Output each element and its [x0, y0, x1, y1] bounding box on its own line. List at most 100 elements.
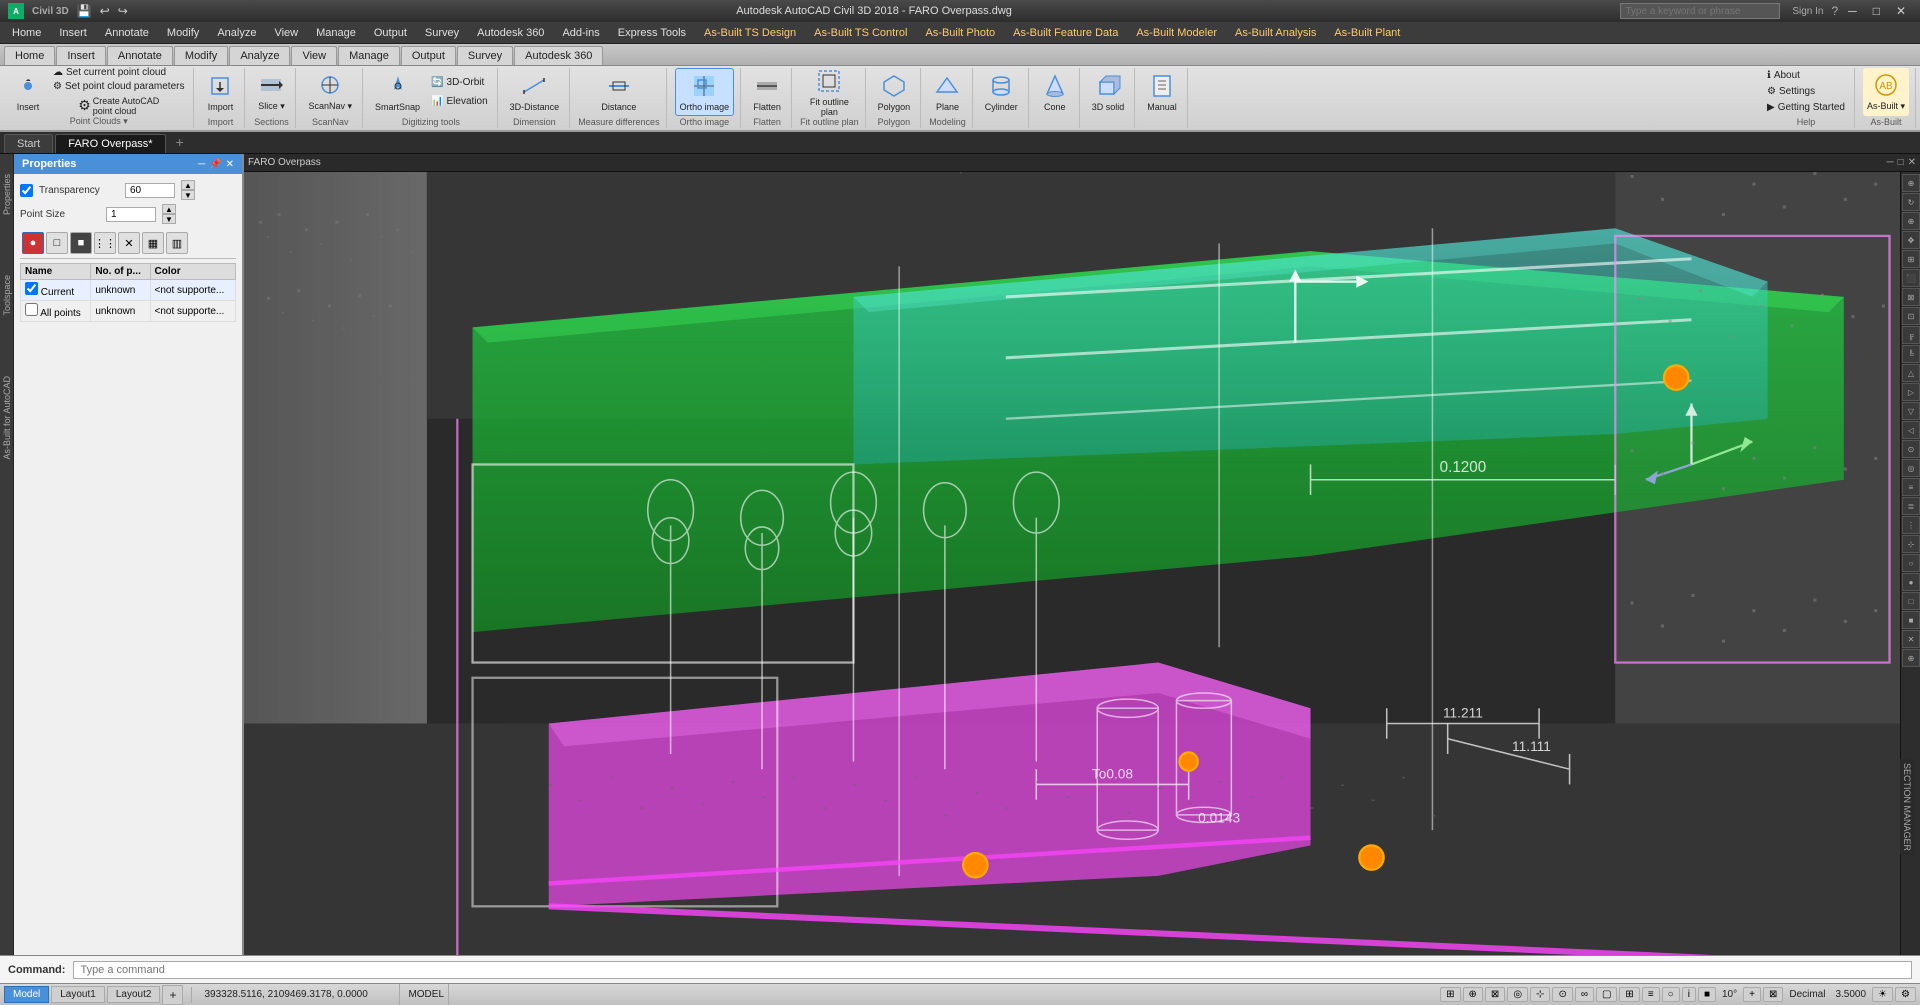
ribbon-btn-setcurrent[interactable]: ☁ Set current point cloud — [50, 66, 187, 79]
ribbon-btn-cylinder[interactable]: Cylinder — [981, 68, 1022, 116]
status-btn-isolate[interactable]: ☀ — [1872, 987, 1893, 1002]
ribbon-tab-manage[interactable]: Manage — [338, 46, 400, 65]
ribbon-btn-cone[interactable]: Cone — [1037, 68, 1073, 116]
allpoints-checkbox[interactable] — [25, 303, 38, 316]
status-coordinates[interactable]: 393328.5116, 2109469.3178, 0.0000 — [200, 984, 400, 1005]
ribbon-tab-analyze[interactable]: Analyze — [229, 46, 290, 65]
transparency-down[interactable]: ▼ — [181, 190, 195, 200]
viewport[interactable]: FARO Overpass ─ □ ✕ — [244, 154, 1920, 955]
menu-insert[interactable]: Insert — [51, 23, 95, 43]
status-model[interactable]: MODEL — [404, 984, 449, 1005]
ribbon-btn-elevation[interactable]: 📊 Elevation — [428, 92, 491, 110]
properties-pin[interactable]: 📌 — [209, 159, 221, 170]
right-icon-a1[interactable]: △ — [1902, 364, 1920, 382]
properties-collapse[interactable]: ─ — [198, 159, 205, 170]
transparency-input[interactable] — [125, 183, 175, 198]
right-icon-x2[interactable]: ⊕ — [1902, 649, 1920, 667]
right-icon-s1[interactable]: ≡ — [1902, 478, 1920, 496]
icon-btn-x[interactable]: ✕ — [118, 232, 140, 254]
ribbon-btn-3dorbit[interactable]: 🔄 3D-Orbit — [428, 73, 491, 91]
icon-btn-grid1[interactable]: ▦ — [142, 232, 164, 254]
ribbon-btn-asbuilt[interactable]: AB As-Built ▾ — [1863, 68, 1909, 116]
menu-addins[interactable]: Add-ins — [554, 23, 607, 43]
right-icon-l2[interactable]: ╚ — [1902, 345, 1920, 363]
menu-home[interactable]: Home — [4, 23, 49, 43]
quick-access-save[interactable]: 💾 — [77, 4, 92, 18]
section-manager-label[interactable]: SECTION MANAGER — [1900, 759, 1914, 855]
right-icon-l1[interactable]: ╔ — [1902, 326, 1920, 344]
right-icon-p2[interactable]: ● — [1902, 573, 1920, 591]
table-row[interactable]: Current unknown <not supporte... — [21, 280, 236, 301]
ribbon-btn-import[interactable]: Import — [202, 68, 238, 116]
tab-add[interactable]: + — [162, 985, 183, 1005]
menu-asbuilt-tsdesign[interactable]: As-Built TS Design — [696, 23, 804, 43]
tab-layout2[interactable]: Layout2 — [107, 986, 161, 1003]
ribbon-btn-scannav[interactable]: ScanNav ▾ — [304, 68, 356, 116]
ribbon-btn-gettingstarted[interactable]: ▶ Getting Started — [1764, 100, 1848, 115]
menu-asbuilt-plant[interactable]: As-Built Plant — [1326, 23, 1408, 43]
status-btn-ortho[interactable]: ⊠ — [1485, 987, 1505, 1002]
right-icon-x1[interactable]: ✕ — [1902, 630, 1920, 648]
status-btn-tscale[interactable]: ○ — [1662, 987, 1680, 1002]
menu-annotate[interactable]: Annotate — [97, 23, 157, 43]
table-row[interactable]: All points unknown <not supporte... — [21, 301, 236, 322]
menu-asbuilt-photo[interactable]: As-Built Photo — [917, 23, 1003, 43]
status-btn-osnap[interactable]: ⊹ — [1530, 987, 1550, 1002]
properties-close[interactable]: ✕ — [226, 159, 234, 170]
ribbon-btn-insert[interactable]: ☁ Insert — [10, 68, 46, 116]
ribbon-tab-modify[interactable]: Modify — [174, 46, 228, 65]
ribbon-btn-polygon[interactable]: Polygon — [874, 68, 915, 116]
ribbon-btn-manual[interactable]: Manual — [1143, 68, 1181, 116]
side-label-toolspace[interactable]: Toolspace — [2, 275, 12, 316]
right-icon-c1[interactable]: □ — [1902, 592, 1920, 610]
transparency-up[interactable]: ▲ — [181, 180, 195, 190]
ribbon-btn-3ddistance[interactable]: 3D-Distance — [506, 68, 564, 116]
menu-asbuilt-tscontrol[interactable]: As-Built TS Control — [806, 23, 915, 43]
help-icon[interactable]: ? — [1831, 4, 1838, 18]
status-btn-ws[interactable]: ⊠ — [1763, 987, 1783, 1002]
status-btn-snap[interactable]: ⊕ — [1463, 987, 1483, 1002]
right-icon-c2[interactable]: ■ — [1902, 611, 1920, 629]
status-btn-sel[interactable]: ■ — [1698, 987, 1716, 1002]
right-icon-p1[interactable]: ○ — [1902, 554, 1920, 572]
ribbon-tab-survey[interactable]: Survey — [457, 46, 513, 65]
status-btn-grid[interactable]: ⊞ — [1440, 987, 1460, 1002]
status-btn-dyn[interactable]: ⊞ — [1619, 987, 1639, 1002]
ribbon-btn-3dsolid[interactable]: 3D solid — [1088, 68, 1129, 116]
ribbon-btn-distance[interactable]: Distance — [597, 68, 640, 116]
quick-access-undo[interactable]: ↩ — [100, 4, 110, 18]
menu-manage[interactable]: Manage — [308, 23, 364, 43]
tab-model[interactable]: Model — [4, 986, 49, 1003]
menu-autodesk360[interactable]: Autodesk 360 — [469, 23, 552, 43]
ribbon-btn-plane[interactable]: Plane — [929, 68, 965, 116]
ribbon-btn-flatten[interactable]: Flatten — [749, 68, 785, 116]
icon-btn-white[interactable]: □ — [46, 232, 68, 254]
right-icon-a3[interactable]: ▽ — [1902, 402, 1920, 420]
icon-btn-dots[interactable]: ⋮⋮ — [94, 232, 116, 254]
current-checkbox[interactable] — [25, 282, 38, 295]
ribbon-btn-fitoutline[interactable]: Fit outlineplan — [806, 68, 853, 116]
status-btn-lweight[interactable]: ≡ — [1642, 987, 1660, 1002]
ribbon-tab-insert[interactable]: Insert — [56, 46, 106, 65]
doc-tab-add[interactable]: + — [168, 131, 192, 153]
menu-modify[interactable]: Modify — [159, 23, 207, 43]
status-btn-qp[interactable]: i — [1682, 987, 1696, 1002]
quick-access-redo[interactable]: ↪ — [118, 4, 128, 18]
pointsize-up[interactable]: ▲ — [162, 204, 176, 214]
menu-analyze[interactable]: Analyze — [209, 23, 264, 43]
tab-layout1[interactable]: Layout1 — [51, 986, 105, 1003]
right-icon-extent[interactable]: ⬛ — [1902, 269, 1920, 287]
doc-tab-start[interactable]: Start — [4, 134, 53, 153]
menu-output[interactable]: Output — [366, 23, 415, 43]
ribbon-btn-slice[interactable]: Slice ▾ — [253, 68, 289, 116]
ribbon-tab-view[interactable]: View — [291, 46, 337, 65]
doc-tab-faro[interactable]: FARO Overpass* — [55, 134, 165, 153]
status-btn-polar[interactable]: ◎ — [1507, 987, 1528, 1002]
icon-btn-dark[interactable]: ■ — [70, 232, 92, 254]
transparency-checkbox[interactable] — [20, 184, 33, 197]
right-icon-zoom[interactable]: ⊕ — [1902, 212, 1920, 230]
pointsize-input[interactable] — [106, 207, 156, 222]
right-icon-a4[interactable]: ◁ — [1902, 421, 1920, 439]
right-icon-m1[interactable]: ⊙ — [1902, 440, 1920, 458]
ribbon-btn-orthoimage[interactable]: Ortho image — [675, 68, 735, 116]
